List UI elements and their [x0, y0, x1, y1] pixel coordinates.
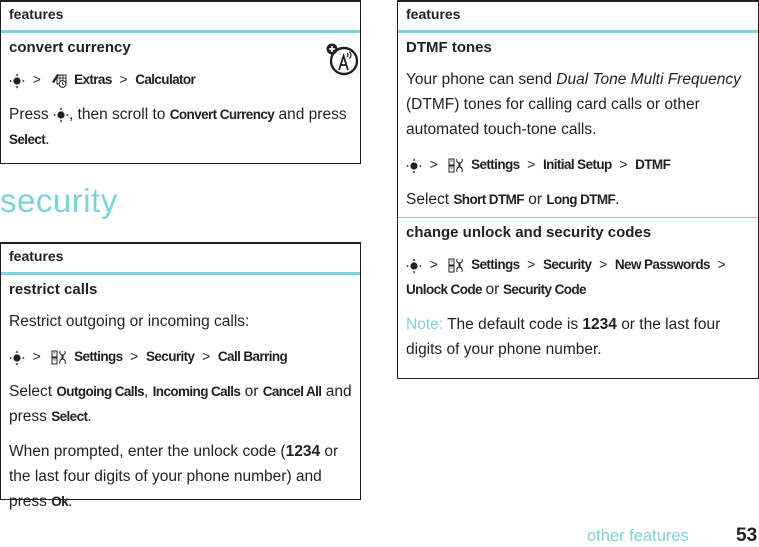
text: Select [406, 191, 450, 208]
menu-item-settings: Settings [471, 157, 520, 172]
table-header: features [1, 0, 360, 33]
text: . [68, 493, 73, 510]
key-select: Select [9, 132, 46, 147]
menu-item-security-code: Security Code [502, 282, 587, 297]
menu-item-calculator: Calculator [135, 72, 196, 87]
menu-path: > Extras > Calculator [9, 67, 352, 92]
note: Note: The default code is 1234 or the la… [406, 312, 750, 362]
menu-item-settings: Settings [471, 257, 520, 272]
text: or [244, 383, 259, 400]
select-instruction: Select Outgoing Calls, Incoming Calls or… [9, 379, 352, 429]
separator: > [32, 348, 41, 364]
nav-key-icon [53, 107, 69, 123]
option-short-dtmf: Short DTMF [453, 192, 524, 207]
text: , then scroll to [68, 106, 166, 123]
dtmf-description: Your phone can send Dual Tone Multi Freq… [406, 67, 750, 142]
nav-key-icon [9, 350, 25, 366]
separator: > [527, 156, 536, 172]
key-select: Select [51, 409, 88, 424]
feature-title: DTMF tones [406, 39, 492, 56]
separator: > [527, 256, 536, 272]
text: (DTMF) tones for calling card calls or o… [406, 96, 700, 138]
feature-title: restrict calls [9, 281, 98, 298]
nav-key-icon [406, 158, 422, 174]
option-long-dtmf: Long DTMF [546, 192, 616, 207]
text: Select [9, 383, 53, 400]
text: or [485, 281, 500, 298]
features-table-convert-currency: features convert currency > Extras > Cal… [0, 0, 361, 164]
table-header: features [1, 242, 360, 275]
text: . [45, 131, 50, 148]
prompt-instruction: When prompted, enter the unlock code (12… [9, 439, 352, 514]
menu-path: > Settings > Initial Setup > DTMF [406, 152, 750, 177]
text: . [87, 408, 92, 425]
separator: > [119, 71, 128, 87]
text: and press [278, 106, 347, 123]
dtmf-term: Dual Tone Multi Frequency [556, 71, 741, 88]
menu-path: > Settings > Security > Call Barring [9, 344, 352, 369]
footer-section-label: other features [587, 527, 689, 545]
text: . [615, 191, 620, 208]
unlock-code: 1234 [285, 443, 321, 460]
menu-item-security: Security [145, 349, 195, 364]
separator: > [429, 256, 438, 272]
feature-title: convert currency [9, 39, 131, 56]
separator: > [717, 256, 726, 272]
text: Press [9, 106, 49, 123]
dtmf-select: Select Short DTMF or Long DTMF. [406, 187, 750, 212]
menu-item-unlock-code: Unlock Code [406, 282, 483, 297]
menu-item-security: Security [542, 257, 592, 272]
option-outgoing-calls: Outgoing Calls [56, 384, 145, 399]
feature-row-restrict-calls: restrict calls Restrict outgoing or inco… [1, 275, 360, 514]
menu-item-new-passwords: New Passwords [614, 257, 711, 272]
key-ok: Ok [51, 494, 69, 509]
menu-path: > Settings > Security > New Passwords > … [406, 252, 750, 302]
settings-icon [448, 258, 464, 273]
features-table-restrict-calls: features restrict calls Restrict outgoin… [0, 242, 361, 510]
feature-row-dtmf-tones: DTMF tones Your phone can send Dual Tone… [398, 33, 758, 217]
feature-row-convert-currency: convert currency > Extras > Calculator P… [1, 33, 360, 152]
text: , [144, 383, 149, 400]
menu-item-dtmf: DTMF [635, 157, 671, 172]
table-header: features [398, 0, 758, 33]
nav-key-icon [9, 73, 25, 89]
intro-text: Restrict outgoing or incoming calls: [9, 313, 250, 330]
menu-item-convert-currency: Convert Currency [169, 107, 275, 122]
settings-icon [51, 350, 67, 365]
instruction-text: Press , then scroll to Convert Currency … [9, 102, 352, 152]
feature-row-change-codes: change unlock and security codes > Setti… [398, 217, 758, 362]
text: When prompted, enter the unlock code ( [9, 443, 286, 460]
section-title: security [0, 182, 118, 219]
separator: > [599, 256, 608, 272]
network-dependent-feature-icon [324, 40, 362, 78]
separator: > [429, 156, 438, 172]
menu-item-settings: Settings [74, 349, 123, 364]
feature-title: change unlock and security codes [406, 224, 652, 241]
nav-key-icon [406, 258, 422, 274]
separator: > [619, 156, 628, 172]
menu-item-initial-setup: Initial Setup [542, 157, 612, 172]
menu-item-extras: Extras [74, 72, 112, 87]
separator: > [130, 348, 139, 364]
menu-item-call-barring: Call Barring [217, 349, 288, 364]
separator: > [202, 348, 211, 364]
option-incoming-calls: Incoming Calls [152, 384, 241, 399]
default-code: 1234 [582, 316, 617, 333]
text: The default code is [447, 316, 579, 333]
separator: > [32, 71, 41, 87]
features-table-dtmf-codes: features DTMF tones Your phone can send … [397, 0, 759, 379]
option-cancel-all: Cancel All [262, 384, 322, 399]
text: or [528, 191, 543, 208]
extras-icon [51, 73, 67, 88]
text: Your phone can send [406, 71, 552, 88]
settings-icon [448, 158, 464, 173]
note-label: Note: [406, 316, 444, 333]
